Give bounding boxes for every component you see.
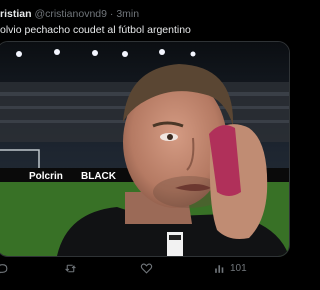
retweet-button[interactable]	[64, 262, 77, 275]
tweet-card[interactable]: ristian @cristianovnd9 · 3min olvio pech…	[0, 0, 290, 290]
tweet-actions: 101	[0, 262, 290, 280]
like-button[interactable]	[140, 262, 153, 275]
views-button[interactable]: 101	[213, 262, 247, 275]
tweet-header: ristian @cristianovnd9 · 3min	[0, 8, 139, 20]
views-icon	[215, 265, 224, 273]
views-count: 101	[230, 263, 247, 274]
author-handle[interactable]: @cristianovnd9	[34, 8, 107, 20]
reply-icon	[0, 264, 8, 274]
tweet-media-image[interactable]: Polcrin BLACK Po	[0, 41, 290, 257]
author-display-name[interactable]: ristian	[0, 8, 32, 20]
media-photo: Polcrin BLACK Po	[0, 42, 289, 256]
tweet-text: olvio pechacho coudet al fútbol argentin…	[0, 24, 191, 36]
retweet-icon	[65, 264, 76, 273]
tweet-timestamp[interactable]: 3min	[116, 8, 139, 20]
like-icon	[140, 263, 153, 274]
reply-button[interactable]	[0, 262, 9, 275]
board-text-2: BLACK	[81, 171, 117, 182]
board-text-1: Polcrin	[29, 171, 63, 182]
separator-dot: ·	[109, 8, 114, 20]
